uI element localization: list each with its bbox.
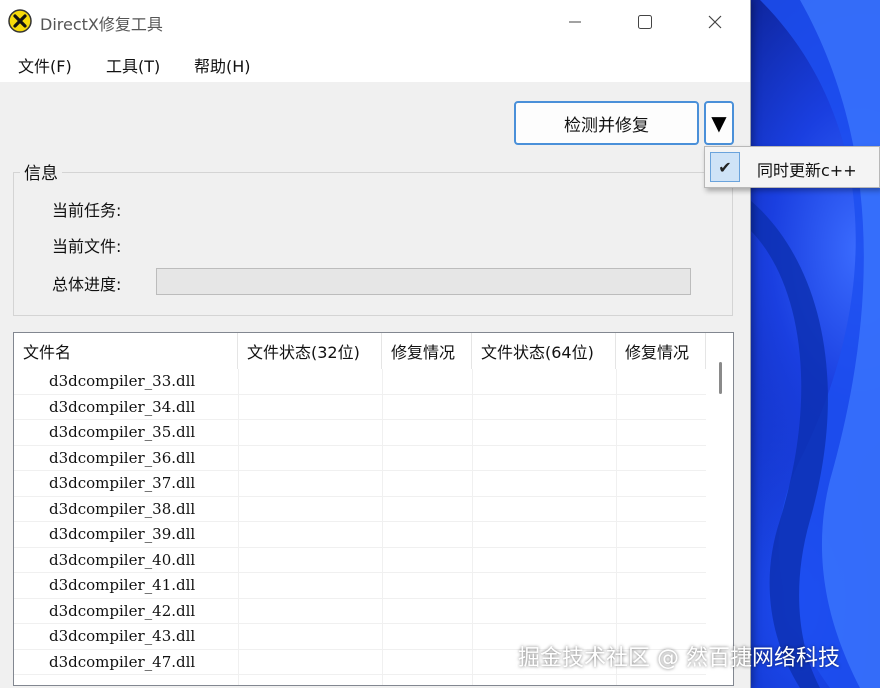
- list-header: 文件名 文件状态(32位) 修复情况 文件状态(64位) 修复情况: [14, 333, 733, 369]
- column-header-status-64[interactable]: 文件状态(64位): [472, 333, 616, 369]
- column-header-status-32[interactable]: 文件状态(32位): [238, 333, 382, 369]
- file-name-cell: d3dcompiler_35.dll: [49, 423, 196, 441]
- dropdown-button[interactable]: ▼: [704, 101, 734, 145]
- menu-file[interactable]: 文件(F): [18, 53, 72, 77]
- file-name-cell: d3dcompiler_33.dll: [49, 372, 196, 390]
- vertical-scrollbar[interactable]: [714, 358, 732, 683]
- table-row[interactable]: d3dcompiler_40.dll: [14, 548, 706, 573]
- current-task-label: 当前任务:: [52, 201, 122, 220]
- table-row[interactable]: d3dcompiler_41.dll: [14, 573, 706, 599]
- detect-and-repair-button[interactable]: 检测并修复: [514, 101, 699, 145]
- list-rows: d3dcompiler_33.dll d3dcompiler_34.dll d3dc…: [14, 369, 706, 675]
- overall-progress-label: 总体进度:: [52, 275, 122, 294]
- app-icon: [8, 9, 32, 33]
- wallpaper-swirl: [750, 0, 880, 688]
- scroll-thumb[interactable]: [719, 362, 722, 394]
- close-button[interactable]: [680, 0, 750, 44]
- menu-bar: 文件(F) 工具(T) 帮助(H): [0, 44, 750, 82]
- update-cpp-menu-item[interactable]: 同时更新c++: [757, 157, 857, 181]
- column-header-repair-64[interactable]: 修复情况: [616, 333, 706, 369]
- file-name-cell: d3dcompiler_38.dll: [49, 499, 196, 518]
- table-row[interactable]: d3dcompiler_42.dll: [14, 599, 706, 624]
- title-bar[interactable]: DirectX修复工具: [0, 0, 750, 44]
- table-row[interactable]: d3dcompiler_38.dll: [14, 497, 706, 522]
- maximize-button[interactable]: [610, 0, 680, 44]
- maximize-icon: [638, 15, 652, 29]
- close-icon: [708, 15, 722, 29]
- column-header-repair-32[interactable]: 修复情况: [382, 333, 472, 369]
- file-name-cell: d3dcompiler_39.dll: [49, 525, 196, 543]
- minimize-button[interactable]: [540, 0, 610, 44]
- file-name-cell: d3dcompiler_37.dll: [49, 474, 196, 492]
- minimize-icon: [569, 21, 581, 23]
- current-file-label: 当前文件:: [52, 237, 122, 256]
- column-header-filename[interactable]: 文件名: [14, 333, 238, 369]
- table-row[interactable]: d3dcompiler_39.dll: [14, 522, 706, 548]
- file-name-cell: d3dcompiler_34.dll: [49, 397, 196, 416]
- file-name-cell: d3dcompiler_43.dll: [49, 627, 196, 645]
- file-name-cell: d3dcompiler_41.dll: [49, 576, 196, 594]
- menu-help[interactable]: 帮助(H): [194, 53, 251, 77]
- file-name-cell: d3dcompiler_47.dll: [49, 652, 196, 671]
- file-name-cell: d3dcompiler_36.dll: [49, 448, 196, 467]
- info-group-title: 信息: [20, 159, 62, 184]
- window-title: DirectX修复工具: [40, 15, 163, 34]
- overall-progress-bar: [156, 268, 691, 295]
- checkmark-icon: ✔: [710, 152, 740, 182]
- watermark-text: 掘金技术社区 @ 然百捷网络科技: [518, 646, 840, 671]
- table-row[interactable]: d3dcompiler_35.dll: [14, 420, 706, 446]
- menu-tools[interactable]: 工具(T): [106, 53, 160, 77]
- table-row[interactable]: d3dcompiler_36.dll: [14, 446, 706, 471]
- file-list[interactable]: 文件名 文件状态(32位) 修复情况 文件状态(64位) 修复情况 d3dcom…: [13, 332, 734, 686]
- triangle-down-icon: ▼: [711, 111, 727, 135]
- file-name-cell: d3dcompiler_42.dll: [49, 601, 196, 620]
- dropdown-menu: ✔ 同时更新c++: [704, 146, 880, 188]
- table-row[interactable]: d3dcompiler_37.dll: [14, 471, 706, 497]
- table-row[interactable]: d3dcompiler_34.dll: [14, 395, 706, 420]
- table-row[interactable]: d3dcompiler_33.dll: [14, 369, 706, 395]
- file-name-cell: d3dcompiler_40.dll: [49, 550, 196, 569]
- app-window: DirectX修复工具 文件(F) 工具(T) 帮助(H) 检测并修复 ▼ 信息…: [0, 0, 751, 688]
